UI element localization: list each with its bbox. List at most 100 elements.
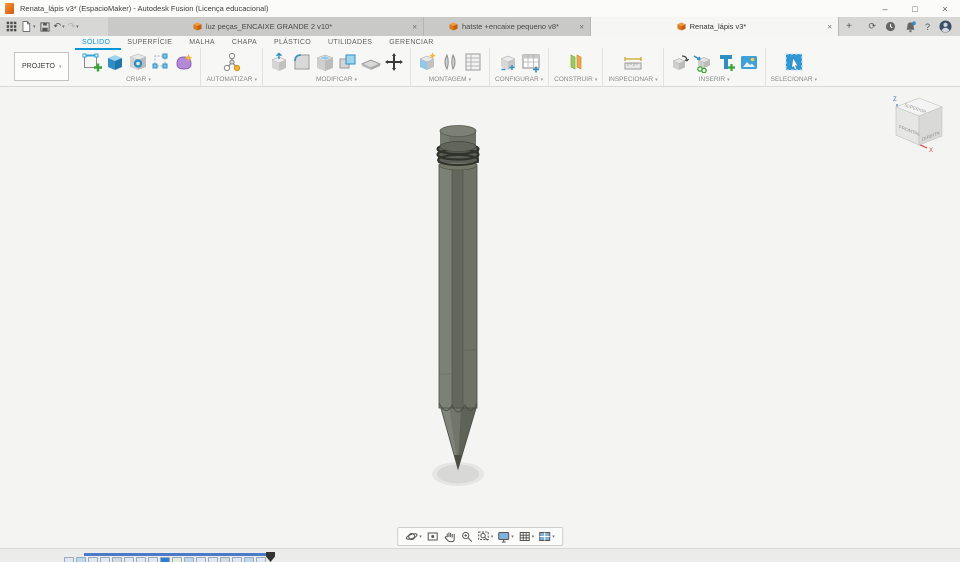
measure-icon[interactable] — [622, 51, 644, 73]
zoom-icon[interactable] — [460, 530, 473, 543]
timeline-feature-icon[interactable] — [208, 557, 218, 562]
titlebar: Renata_lápis v3* (EspacioMaker) - Autode… — [0, 0, 960, 17]
orbit-icon[interactable]: ▾ — [405, 530, 422, 543]
save-icon[interactable] — [38, 21, 52, 33]
timeline-feature-icon[interactable] — [196, 557, 206, 562]
notifications-bell-icon[interactable] — [905, 20, 916, 33]
timeline-feature-icon[interactable] — [160, 557, 170, 562]
group-label-construir[interactable]: CONSTRUIR ▾ — [554, 76, 597, 83]
insert-fastener-icon[interactable] — [715, 51, 737, 73]
viewports-icon[interactable]: ▾ — [538, 530, 555, 543]
pencil-model[interactable] — [0, 87, 960, 548]
press-pull-icon[interactable] — [268, 51, 290, 73]
timeline-feature-icon[interactable] — [124, 557, 134, 562]
undo-icon[interactable]: ↶ ▾ — [53, 22, 66, 31]
maximize-button[interactable]: □ — [900, 0, 930, 17]
tab-superficie[interactable]: SUPERFÍCIE — [127, 39, 172, 46]
configuration-icon[interactable] — [497, 51, 519, 73]
offset-face-icon[interactable] — [360, 51, 382, 73]
create-form-icon[interactable] — [173, 51, 195, 73]
job-status-icon[interactable]: ⟳ — [868, 21, 876, 32]
timeline-feature-track — [64, 557, 266, 562]
timeline-feature-icon[interactable] — [220, 557, 230, 562]
group-label-criar[interactable]: CRIAR ▾ — [126, 76, 151, 83]
viewcube-x-axis-label: X — [929, 148, 933, 154]
configuration-table-icon[interactable] — [520, 51, 542, 73]
group-label-inspecionar[interactable]: INSPECIONAR ▾ — [608, 76, 657, 83]
group-criar: CRIAR ▾ — [76, 48, 202, 86]
close-tab-icon[interactable]: × — [412, 22, 417, 31]
recent-clock-icon[interactable] — [885, 21, 896, 32]
joint-icon[interactable] — [439, 51, 461, 73]
group-label-inserir[interactable]: INSERIR ▾ — [699, 76, 730, 83]
close-tab-icon[interactable]: × — [579, 22, 584, 31]
document-tab[interactable]: hatste +encaixe pequeno v8* × — [424, 17, 591, 36]
tab-utilidades[interactable]: UTILIDADES — [328, 39, 372, 46]
chevron-down-icon: ▾ — [814, 76, 818, 83]
look-at-icon[interactable] — [426, 530, 439, 543]
fit-icon[interactable]: ▾ — [477, 530, 493, 543]
construct-plane-icon[interactable] — [565, 51, 587, 73]
automate-icon[interactable] — [221, 51, 243, 73]
revolve-icon[interactable] — [127, 51, 149, 73]
timeline-feature-icon[interactable] — [64, 557, 74, 562]
move-icon[interactable] — [383, 51, 405, 73]
tab-malha[interactable]: MALHA — [189, 39, 215, 46]
insert-mesh-icon[interactable] — [692, 51, 714, 73]
timeline-feature-icon[interactable] — [112, 557, 122, 562]
close-button[interactable]: × — [930, 0, 960, 17]
timeline[interactable] — [0, 548, 960, 562]
timeline-feature-icon[interactable] — [172, 557, 182, 562]
tab-gerenciar[interactable]: GERENCIAR — [389, 39, 433, 46]
tab-plastico[interactable]: PLÁSTICO — [274, 39, 311, 46]
avatar[interactable] — [939, 20, 952, 33]
timeline-feature-icon[interactable] — [88, 557, 98, 562]
pattern-icon[interactable] — [150, 51, 172, 73]
extrude-icon[interactable] — [104, 51, 126, 73]
display-settings-icon[interactable]: ▾ — [497, 530, 514, 543]
timeline-feature-icon[interactable] — [232, 557, 242, 562]
group-label-selecionar[interactable]: SELECIONAR ▾ — [771, 76, 817, 83]
close-tab-icon[interactable]: × — [827, 22, 832, 31]
window-title: Renata_lápis v3* (EspacioMaker) - Autode… — [20, 4, 269, 13]
redo-icon[interactable]: ↷ ▾ — [67, 22, 80, 31]
pan-icon[interactable] — [443, 530, 456, 543]
new-component-icon[interactable] — [416, 51, 438, 73]
timeline-feature-icon[interactable] — [148, 557, 158, 562]
group-configurar: CONFIGURAR ▾ — [490, 48, 550, 86]
timeline-feature-icon[interactable] — [136, 557, 146, 562]
group-label-modificar[interactable]: MODIFICAR ▾ — [316, 76, 357, 83]
combine-icon[interactable] — [337, 51, 359, 73]
app-grid-icon[interactable] — [5, 21, 18, 32]
select-icon[interactable] — [783, 51, 805, 73]
tab-solido[interactable]: SÓLIDO — [82, 39, 110, 46]
decal-icon[interactable] — [738, 51, 760, 73]
timeline-feature-icon[interactable] — [184, 557, 194, 562]
group-label-automatizar[interactable]: AUTOMATIZAR ▾ — [206, 76, 257, 83]
timeline-feature-icon[interactable] — [256, 557, 266, 562]
new-tab-button[interactable]: + — [839, 17, 859, 36]
tab-chapa[interactable]: CHAPA — [232, 39, 257, 46]
document-tab[interactable]: luz peças_ENCAIXE GRANDE 2 v10* × — [108, 17, 424, 36]
group-label-configurar[interactable]: CONFIGURAR ▾ — [495, 76, 543, 83]
project-button[interactable]: PROJETO ▾ — [14, 52, 70, 81]
create-sketch-icon[interactable] — [81, 51, 103, 73]
viewcube[interactable]: Z X SUPERIOR FRONTAL DIREITA — [870, 90, 954, 174]
timeline-feature-icon[interactable] — [76, 557, 86, 562]
timeline-feature-icon[interactable] — [100, 557, 110, 562]
help-icon[interactable]: ? — [925, 22, 930, 32]
derive-icon[interactable] — [669, 51, 691, 73]
timeline-playhead[interactable] — [266, 552, 275, 562]
document-tab-active[interactable]: Renata_lápis v3* × — [591, 17, 839, 36]
group-label-montagem[interactable]: MONTAGEM ▾ — [429, 76, 471, 83]
chevron-down-icon: ▾ — [468, 76, 472, 83]
viewport-canvas[interactable]: Z X SUPERIOR FRONTAL DIREITA ▾ ▾ ▾ ▾ ▾ — [0, 87, 960, 548]
file-menu-icon[interactable]: ▾ — [19, 20, 37, 33]
fusion-logo-icon — [5, 3, 14, 14]
shell-icon[interactable] — [314, 51, 336, 73]
fillet-icon[interactable] — [291, 51, 313, 73]
bom-list-icon[interactable] — [462, 51, 484, 73]
minimize-button[interactable]: – — [870, 0, 900, 17]
timeline-feature-icon[interactable] — [244, 557, 254, 562]
grid-icon[interactable]: ▾ — [518, 530, 534, 543]
